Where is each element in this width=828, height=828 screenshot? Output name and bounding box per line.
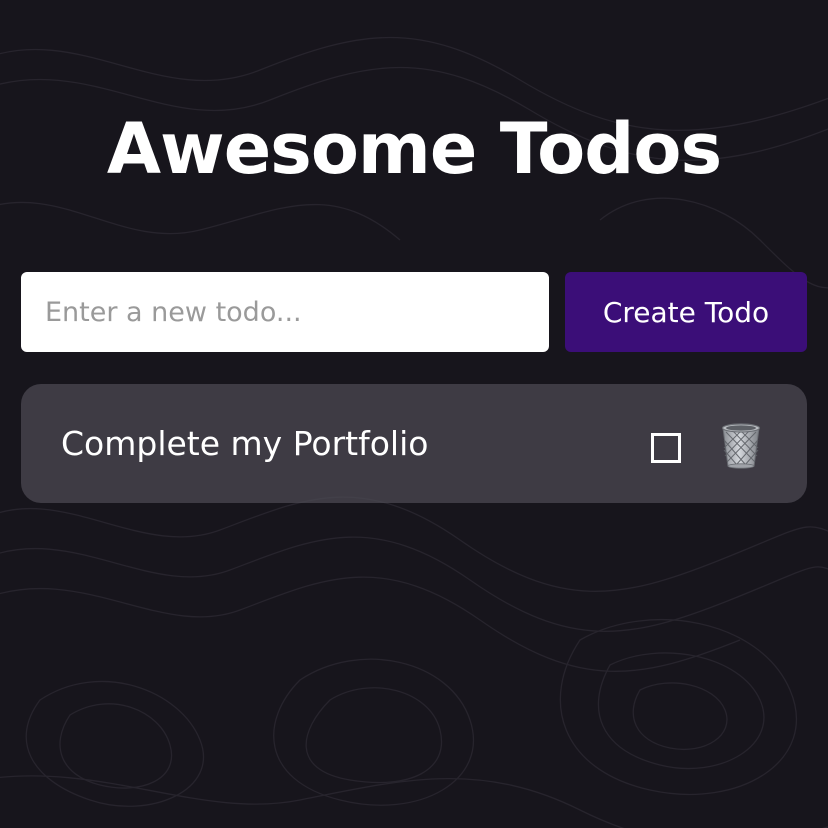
complete-checkbox[interactable] [651, 433, 681, 463]
wastebasket-icon [721, 423, 761, 469]
new-todo-input[interactable] [21, 272, 549, 352]
delete-button[interactable] [715, 418, 767, 470]
create-todo-button[interactable]: Create Todo [565, 272, 807, 352]
todo-app: Awesome Todos Create Todo Complete my Po… [0, 0, 828, 828]
app-title: Awesome Todos [106, 108, 722, 190]
todo-text: Complete my Portfolio [61, 424, 429, 463]
todo-item: Complete my Portfolio [21, 384, 807, 503]
todo-list: Complete my Portfolio [21, 384, 807, 503]
